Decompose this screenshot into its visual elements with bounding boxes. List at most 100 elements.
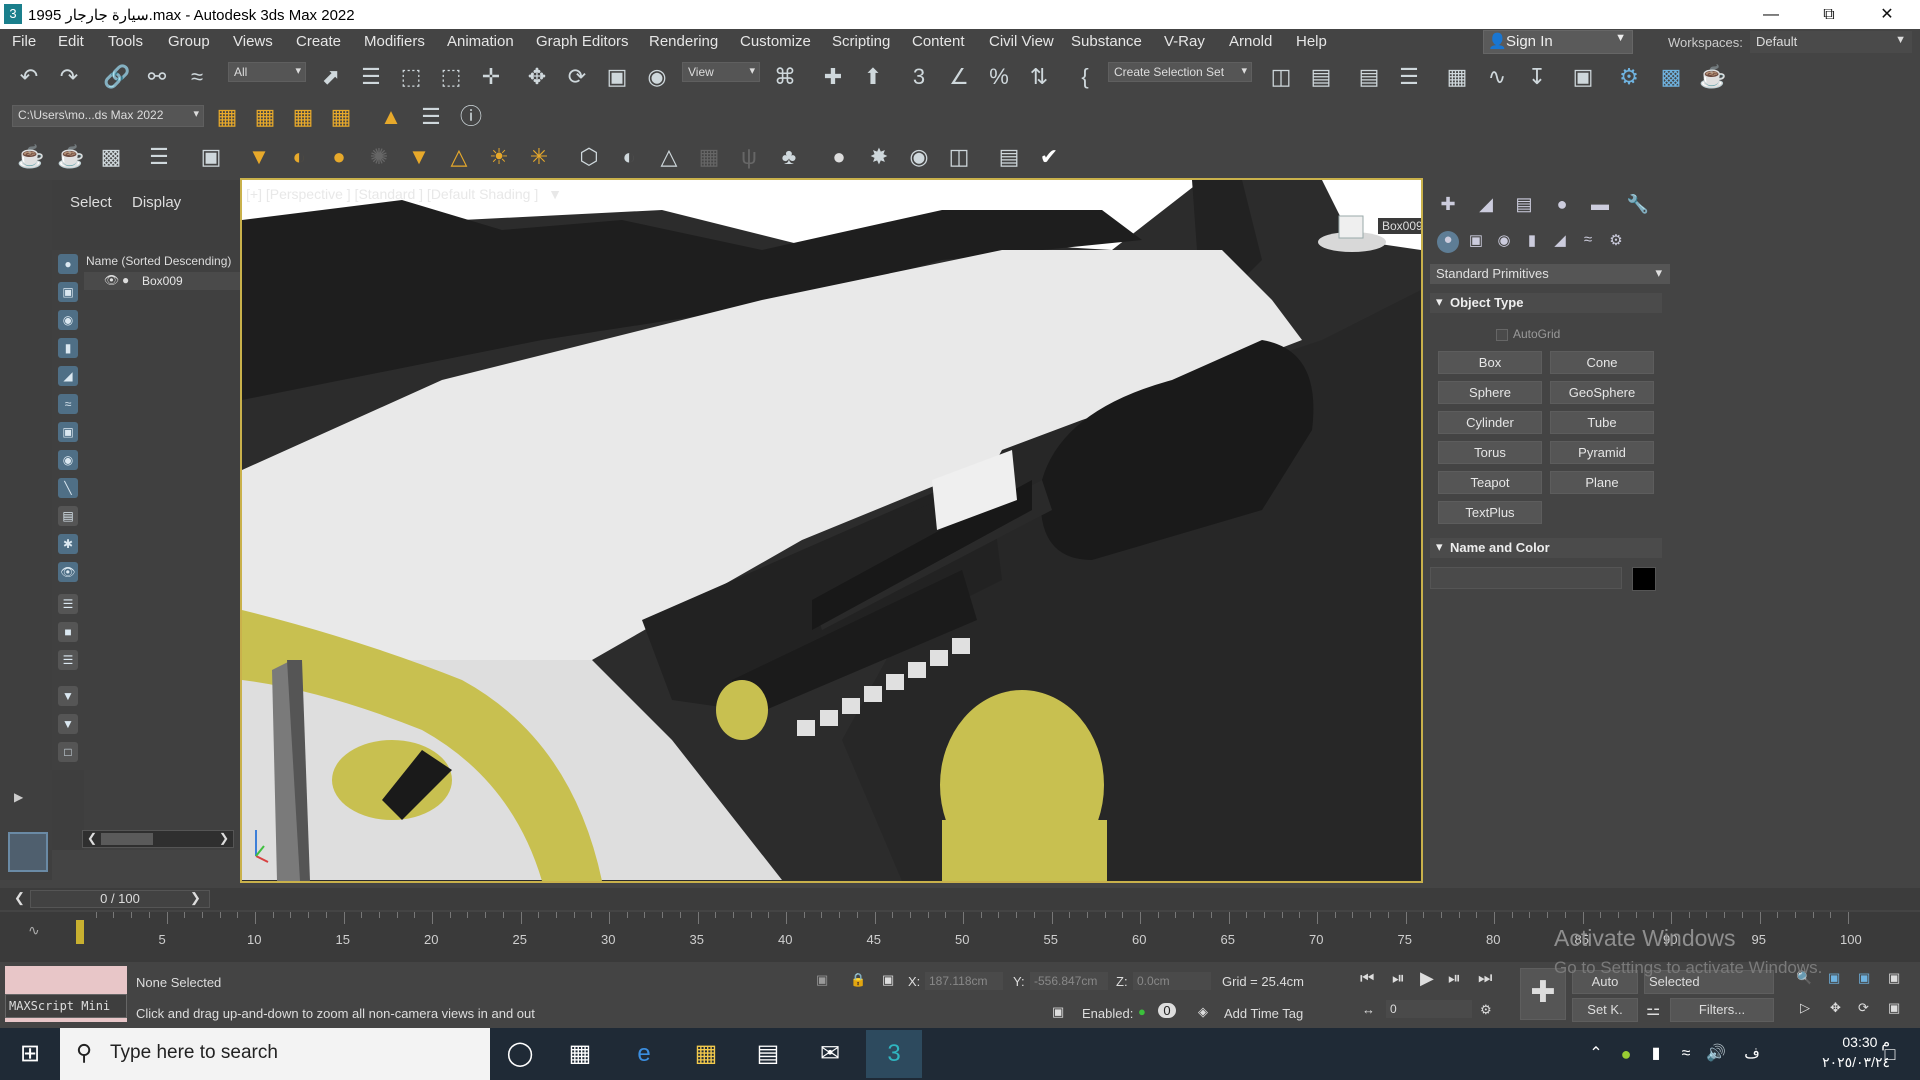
menu-tools[interactable]: Tools (108, 33, 143, 50)
goto-end-icon[interactable]: ⏭ (1478, 970, 1492, 988)
folder-icon[interactable]: ▦ (326, 102, 356, 132)
sphere-button[interactable]: Sphere (1438, 381, 1542, 404)
systems-icon[interactable]: ⚙ (1605, 231, 1627, 253)
chevron-left-icon[interactable]: ❮ (14, 890, 25, 906)
menu-graph-editors[interactable]: Graph Editors (536, 33, 629, 50)
chevron-right-icon[interactable]: ❯ (219, 831, 229, 845)
sun-icon[interactable]: ☀ (484, 142, 514, 172)
ambient-light-icon[interactable]: △ (444, 142, 474, 172)
rendered-frame-window-icon[interactable]: ▩ (1656, 62, 1686, 92)
lock-selection-icon[interactable]: 🔒 (850, 972, 866, 988)
menu-help[interactable]: Help (1296, 33, 1327, 50)
menu-vray[interactable]: V-Ray (1164, 33, 1205, 50)
windows-start-icon[interactable]: ⊞ (14, 1038, 46, 1070)
eye-icon[interactable]: 👁 (104, 273, 119, 287)
list-icon[interactable]: ☰ (416, 102, 446, 132)
plane-button[interactable]: Plane (1550, 471, 1654, 494)
adaptive-degradation-icon[interactable]: ▣ (1052, 1004, 1064, 1020)
toggle-layer-explorer-icon[interactable]: ☰ (1394, 62, 1424, 92)
list-column-header[interactable]: Name (Sorted Descending) (86, 254, 231, 268)
time-config-icon[interactable]: ⚙ (1480, 1002, 1492, 1018)
filter-icon[interactable]: ▼ (58, 686, 78, 706)
lights-icon[interactable]: ◉ (1493, 231, 1515, 253)
xrefs-filter-icon[interactable]: ◉ (58, 450, 78, 470)
grass-icon[interactable]: ψ (734, 142, 764, 172)
filters-button[interactable]: Filters... (1670, 998, 1774, 1022)
network-app-icon[interactable]: ● (1610, 1038, 1642, 1070)
material-override-icon[interactable]: ◫ (944, 142, 974, 172)
angle-snap-icon[interactable]: ∠ (944, 62, 974, 92)
mail-icon[interactable]: ✉ (814, 1038, 846, 1070)
wifi-icon[interactable]: ≈ (1670, 1038, 1702, 1070)
dome-light-icon[interactable]: ◐ (284, 142, 314, 172)
chevron-up-icon[interactable]: ⌃ (1580, 1038, 1612, 1070)
helpers-icon[interactable]: ◢ (1549, 231, 1571, 253)
window-crossing-icon[interactable]: ⬚ (436, 62, 466, 92)
groups-filter-icon[interactable]: ▣ (58, 422, 78, 442)
hierarchy-tab-icon[interactable]: ▤ (1511, 194, 1537, 220)
menu-substance[interactable]: Substance (1071, 33, 1142, 50)
mesh-light-icon[interactable]: ✺ (364, 142, 394, 172)
z-coordinate-field[interactable]: 0.0cm (1133, 972, 1211, 990)
filter-icon[interactable]: ▼ (58, 714, 78, 734)
menu-create[interactable]: Create (296, 33, 341, 50)
menu-arnold[interactable]: Arnold (1229, 33, 1272, 50)
align-icon[interactable]: ▤ (1306, 62, 1336, 92)
cortana-icon[interactable]: ◯ (504, 1038, 536, 1070)
render-setup-icon[interactable]: ⚙ (1614, 62, 1644, 92)
list-icon[interactable]: ☰ (58, 594, 78, 614)
material-sphere-icon[interactable]: ● (824, 142, 854, 172)
viewport-layout-thumbnail[interactable] (8, 832, 48, 872)
link-icon[interactable]: 🔗 (102, 62, 132, 92)
shapes-filter-icon[interactable]: ▣ (58, 282, 78, 302)
book-icon[interactable]: □ (58, 742, 78, 762)
expand-arrow-icon[interactable]: ▶ (14, 790, 23, 804)
maxscript-mini-listener[interactable]: MAXScript Mini (5, 994, 127, 1018)
current-frame-marker[interactable] (76, 920, 84, 944)
sphere-light-icon[interactable]: ● (324, 142, 354, 172)
helpers-filter-icon[interactable]: ◢ (58, 366, 78, 386)
perspective-viewport[interactable]: [+] [Perspective ] [Standard ] [Default … (240, 178, 1423, 883)
material-browser-icon[interactable]: ✸ (864, 142, 894, 172)
folder-icon[interactable]: ▦ (288, 102, 318, 132)
select-by-name-icon[interactable]: ☰ (356, 62, 386, 92)
undo-icon[interactable]: ↶ (14, 62, 44, 92)
add-time-tag[interactable]: Add Time Tag (1224, 1006, 1303, 1021)
chevron-right-icon[interactable]: ❯ (190, 890, 201, 906)
rectangular-selection-icon[interactable]: ⬚ (396, 62, 426, 92)
square-icon[interactable]: ■ (58, 622, 78, 642)
menu-rendering[interactable]: Rendering (649, 33, 718, 50)
bones-filter-icon[interactable]: ╲ (58, 478, 78, 498)
named-selection-dropdown[interactable]: Create Selection Set (1108, 62, 1252, 82)
render-production-icon[interactable]: ☕ (1698, 62, 1728, 92)
containers-filter-icon[interactable]: ▤ (58, 506, 78, 526)
proxy-icon[interactable]: ⬡ (574, 142, 604, 172)
display-tab-icon[interactable]: ▬ (1587, 194, 1613, 220)
help-icon[interactable]: ⓘ (456, 102, 486, 132)
edit-named-selection-icon[interactable]: { (1070, 62, 1100, 92)
zoom-extents-all-icon[interactable]: ▣ (1888, 970, 1900, 986)
zoom-extents-icon[interactable]: ▣ (1858, 970, 1870, 986)
play-icon[interactable]: ▶ (1420, 968, 1434, 989)
previous-frame-icon[interactable]: ⏯ (1392, 970, 1405, 988)
list-item[interactable]: 👁 ● Box009 (84, 272, 240, 290)
menu-edit[interactable]: Edit (58, 33, 84, 50)
tube-button[interactable]: Tube (1550, 411, 1654, 434)
3dsmax-taskbar-icon[interactable]: 3 (866, 1030, 922, 1078)
cameras-filter-icon[interactable]: ▮ (58, 338, 78, 358)
file-explorer-icon[interactable]: ▦ (690, 1038, 722, 1070)
set-key-button[interactable]: Set K. (1572, 998, 1638, 1022)
object-name-field[interactable] (1430, 567, 1622, 589)
store-icon[interactable]: ▤ (752, 1038, 784, 1070)
project-icon[interactable]: ▦ (212, 102, 242, 132)
lights-filter-icon[interactable]: ◉ (58, 310, 78, 330)
language-indicator[interactable]: ف (1736, 1038, 1768, 1070)
list-icon[interactable]: ☰ (58, 650, 78, 670)
orbit-icon[interactable]: ⟳ (1858, 1000, 1869, 1016)
geometry-icon[interactable]: ● (1437, 231, 1459, 253)
mirror-icon[interactable]: ◫ (1266, 62, 1296, 92)
scroll-thumb[interactable] (101, 833, 153, 845)
chevron-left-icon[interactable]: ❮ (87, 831, 97, 845)
spacewarps-icon[interactable]: ≈ (1577, 231, 1599, 253)
object-type-rollout[interactable]: Object Type (1430, 293, 1662, 313)
